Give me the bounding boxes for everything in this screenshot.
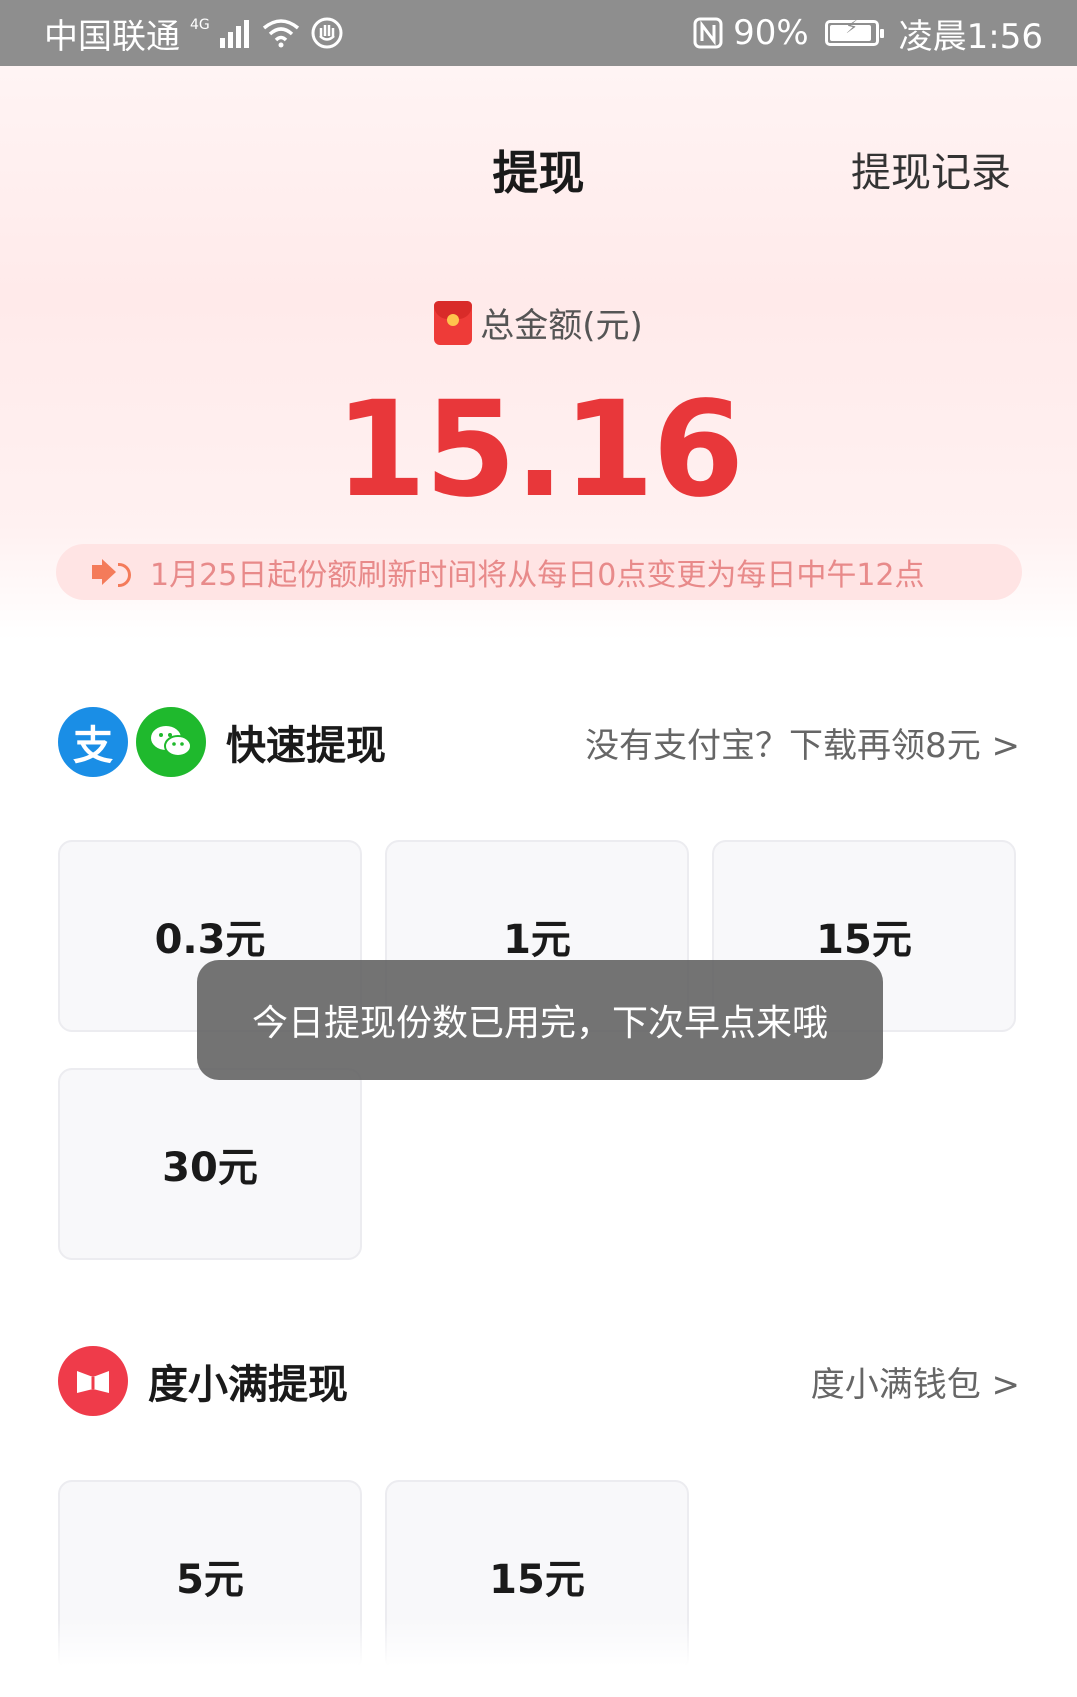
signal-icon: [219, 18, 252, 48]
duxiaoman-withdraw-title: 度小满提现: [148, 1362, 348, 1408]
total-amount-value: 15.16: [334, 373, 745, 527]
toast-message: 今日提现份数已用完，下次早点来哦: [197, 960, 883, 1080]
nfc-icon: [693, 17, 723, 49]
quick-withdraw-header: 支 快速提现 没有支付宝？下载再领8元 >: [58, 706, 1020, 778]
notice-bar: 1月25日起份额刷新时间将从每日0点变更为每日中午12点: [56, 544, 1022, 600]
status-bar-left: 中国联通 4G: [44, 9, 344, 58]
carrier-name: 中国联通: [44, 16, 180, 57]
notice-text: 1月25日起份额刷新时间将从每日0点变更为每日中午12点: [150, 558, 925, 593]
network-type: 4G: [190, 16, 210, 33]
withdraw-option-card[interactable]: 30元: [58, 1068, 362, 1260]
hand-stop-icon: [310, 16, 344, 50]
wifi-icon: [262, 18, 300, 48]
duxiaoman-withdraw-header: 度小满提现 度小满钱包 >: [58, 1345, 1020, 1417]
total-amount-label-text: 总金额(元): [480, 306, 643, 346]
total-amount-label: 总金额(元): [0, 298, 1077, 347]
battery-percent: 90%: [733, 13, 809, 53]
clock: 凌晨1:56: [898, 16, 1043, 57]
duxiaoman-title-group: 度小满提现: [58, 1346, 348, 1416]
duxiaoman-wallet-link[interactable]: 度小满钱包 >: [811, 1357, 1020, 1406]
download-alipay-link[interactable]: 没有支付宝？下载再领8元 >: [585, 718, 1020, 767]
status-bar-right: 90% ⚡ 凌晨1:56: [693, 9, 1043, 58]
alipay-icon: 支: [58, 707, 128, 777]
bottom-fade: [0, 1620, 1077, 1697]
withdraw-records-link[interactable]: 提现记录: [851, 140, 1011, 198]
wechat-icon: [136, 707, 206, 777]
status-bar: 中国联通 4G 90% ⚡ 凌晨1:56: [0, 0, 1077, 66]
red-packet-icon: [434, 300, 473, 345]
battery-icon: ⚡: [824, 17, 884, 46]
duxiaoman-icon: [58, 1346, 128, 1416]
speaker-icon: [92, 557, 132, 587]
quick-withdraw-title: 快速提现: [226, 723, 386, 769]
quick-withdraw-title-group: 支 快速提现: [58, 707, 386, 777]
